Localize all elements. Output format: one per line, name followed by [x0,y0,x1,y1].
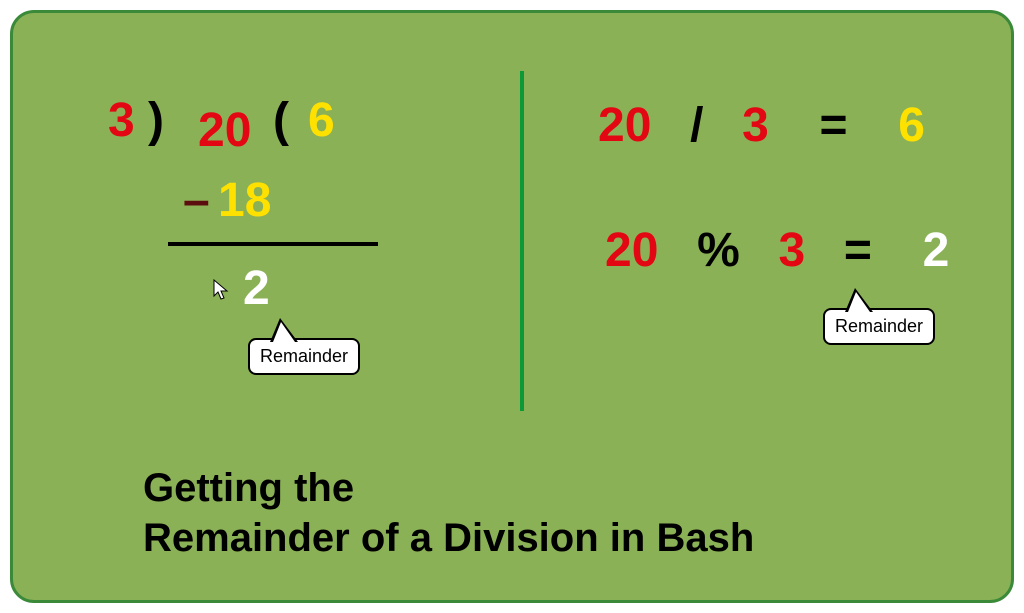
quotient: 6 [308,93,335,148]
mouse-cursor-icon [213,279,229,301]
vertical-divider [520,71,524,411]
title-line-1: Getting the [143,463,754,513]
remainder-right: 2 [923,224,950,277]
eq1-a: 20 [598,99,651,152]
callout-label: Remainder [835,316,923,336]
remainder-callout-right: Remainder [823,308,935,345]
division-equation: 20 / 3 = 6 [598,98,925,153]
eq2-op: % [697,224,740,277]
modulo-equation: 20 % 3 = 2 [605,223,949,278]
eq1-result: 6 [898,99,925,152]
callout-label: Remainder [260,346,348,366]
remainder-left: 2 [243,261,270,316]
remainder-callout-left: Remainder [248,338,360,375]
minus-sign: – [183,173,210,228]
diagram-title: Getting the Remainder of a Division in B… [143,463,754,563]
product: 18 [218,173,271,228]
callout-tip-icon [845,288,873,312]
eq1-b: 3 [742,99,769,152]
eq1-eq: = [820,99,848,152]
dividend: 20 [198,103,251,158]
paren-left: ( [273,93,289,148]
eq2-b: 3 [778,224,805,277]
paren-right: ) [148,93,164,148]
divisor: 3 [108,93,135,148]
title-line-2: Remainder of a Division in Bash [143,513,754,563]
callout-tip-icon [270,318,298,342]
diagram-card: 3 ) 20 ( 6 – 18 2 Remainder 20 / 3 = 6 2… [10,10,1014,603]
eq2-a: 20 [605,224,658,277]
division-rule [168,242,378,246]
eq2-eq: = [844,224,872,277]
eq1-op: / [690,99,703,152]
